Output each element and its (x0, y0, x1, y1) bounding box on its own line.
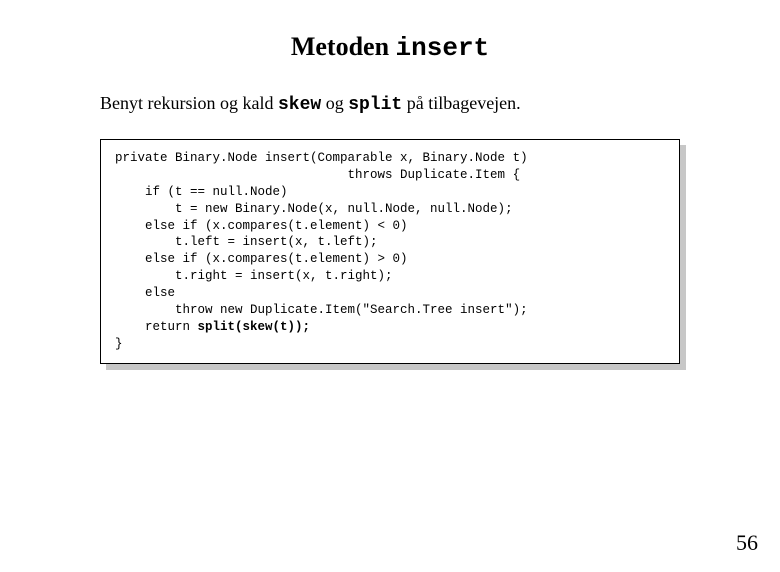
code-l04: else if (x.compares(t.element) < 0) (115, 219, 408, 233)
code-l02: if (t == null.Node) (115, 185, 288, 199)
subtitle-p1: Benyt rekursion og kald (100, 93, 278, 113)
subtitle-p3: på tilbagevejen. (402, 93, 520, 113)
code-l05: t.left = insert(x, t.left); (115, 235, 378, 249)
code-l10a: return (115, 320, 198, 334)
code-box: private Binary.Node insert(Comparable x,… (100, 139, 680, 364)
code-l06: else if (x.compares(t.element) > 0) (115, 252, 408, 266)
subtitle-m2: split (348, 95, 402, 115)
code-l01a: private Binary.Node insert(Comparable x,… (115, 151, 528, 165)
subtitle-p2: og (321, 93, 348, 113)
code-l09: throw new Duplicate.Item("Search.Tree in… (115, 303, 528, 317)
code-l11: } (115, 337, 123, 351)
title-text: Metoden (291, 32, 396, 61)
slide-title: Metoden insert (0, 32, 780, 63)
code-l08: else (115, 286, 175, 300)
code-l10b: split(skew(t)); (198, 320, 311, 334)
subtitle: Benyt rekursion og kald skew og split på… (100, 93, 680, 115)
slide: Metoden insert Benyt rekursion og kald s… (0, 32, 780, 572)
code-l01b: throws Duplicate.Item { (115, 168, 520, 182)
page-number: 56 (736, 530, 758, 556)
code-l03: t = new Binary.Node(x, null.Node, null.N… (115, 202, 513, 216)
code-block: private Binary.Node insert(Comparable x,… (100, 139, 680, 364)
code-l07: t.right = insert(x, t.right); (115, 269, 393, 283)
subtitle-m1: skew (278, 95, 321, 115)
title-mono: insert (396, 33, 490, 63)
